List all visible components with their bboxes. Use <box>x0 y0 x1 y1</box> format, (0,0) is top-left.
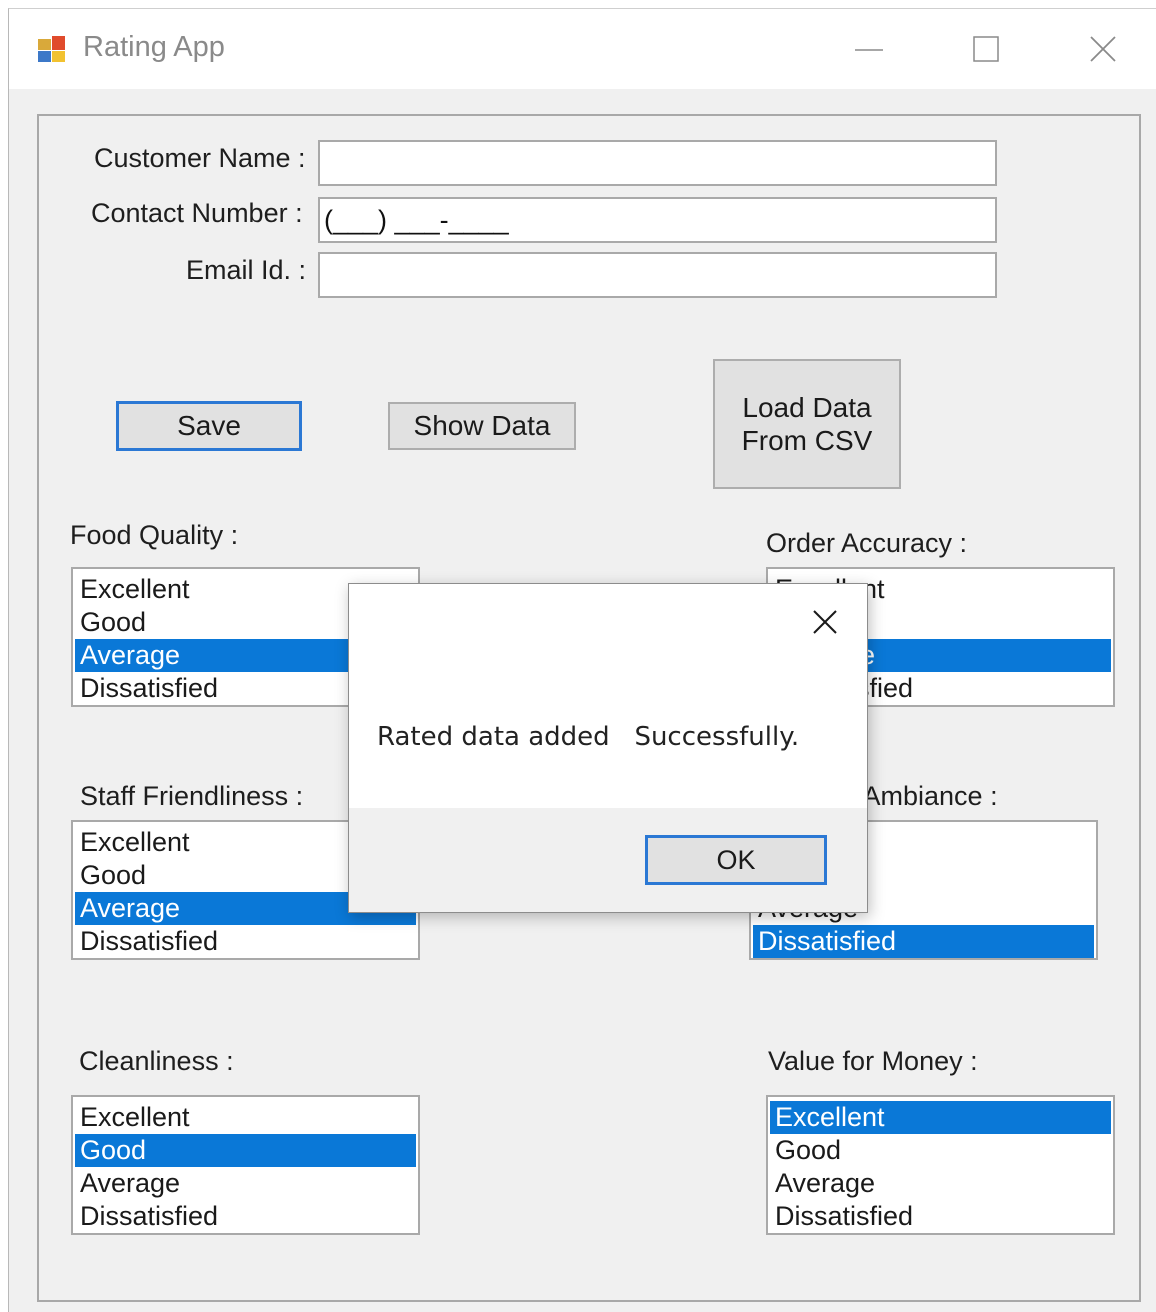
title-bar[interactable]: Rating App <box>9 9 1156 89</box>
cleanliness-listbox[interactable]: Excellent Good Average Dissatisfied <box>71 1095 420 1235</box>
list-item[interactable]: Dissatisfied <box>770 1200 1111 1233</box>
window-title: Rating App <box>83 31 225 63</box>
cleanliness-label: Cleanliness : <box>79 1046 234 1076</box>
close-button[interactable] <box>1073 27 1133 73</box>
list-item[interactable]: Good <box>770 1134 1111 1167</box>
list-item-selected[interactable]: Good <box>75 1134 416 1167</box>
contact-number-label: Contact Number : <box>91 198 303 228</box>
value-for-money-listbox[interactable]: Excellent Good Average Dissatisfied <box>766 1095 1115 1235</box>
load-data-from-csv-button[interactable]: Load Data From CSV <box>713 359 901 489</box>
food-quality-label: Food Quality : <box>70 520 239 550</box>
dialog-close-button[interactable] <box>809 606 841 638</box>
list-item[interactable]: Average <box>75 1167 416 1200</box>
save-button[interactable]: Save <box>116 401 302 451</box>
value-for-money-label: Value for Money : <box>768 1046 978 1076</box>
minimize-button[interactable] <box>839 27 899 73</box>
dialog-message: Rated data added Successfully. <box>377 722 800 752</box>
load-csv-label-line2: From CSV <box>741 425 873 456</box>
staff-friendliness-label: Staff Friendliness : <box>80 781 304 811</box>
show-data-button[interactable]: Show Data <box>388 402 576 450</box>
list-item-selected[interactable]: Dissatisfied <box>753 925 1094 958</box>
ambiance-label: t Ambiance : <box>849 781 998 811</box>
message-box-dialog: Rated data added Successfully. OK <box>348 583 868 913</box>
ok-button[interactable]: OK <box>645 835 827 885</box>
customer-name-label: Customer Name : <box>94 143 306 173</box>
rating-app-window: Rating App Customer Name : Contact Numbe… <box>8 8 1156 1312</box>
list-item[interactable]: Average <box>770 1167 1111 1200</box>
dialog-footer: OK <box>349 808 867 912</box>
list-item-selected[interactable]: Excellent <box>770 1101 1111 1134</box>
list-item[interactable]: Dissatisfied <box>75 925 416 958</box>
maximize-button[interactable] <box>955 27 1015 73</box>
order-accuracy-label: Order Accuracy : <box>766 528 968 558</box>
customer-name-input[interactable] <box>318 140 997 186</box>
list-item[interactable]: Excellent <box>75 1101 416 1134</box>
list-item[interactable]: Dissatisfied <box>75 1200 416 1233</box>
email-label: Email Id. : <box>186 255 307 285</box>
email-input[interactable] <box>318 252 997 298</box>
load-csv-label-line1: Load Data <box>742 392 872 423</box>
app-window-icon <box>37 35 67 63</box>
contact-number-input[interactable] <box>318 197 997 243</box>
